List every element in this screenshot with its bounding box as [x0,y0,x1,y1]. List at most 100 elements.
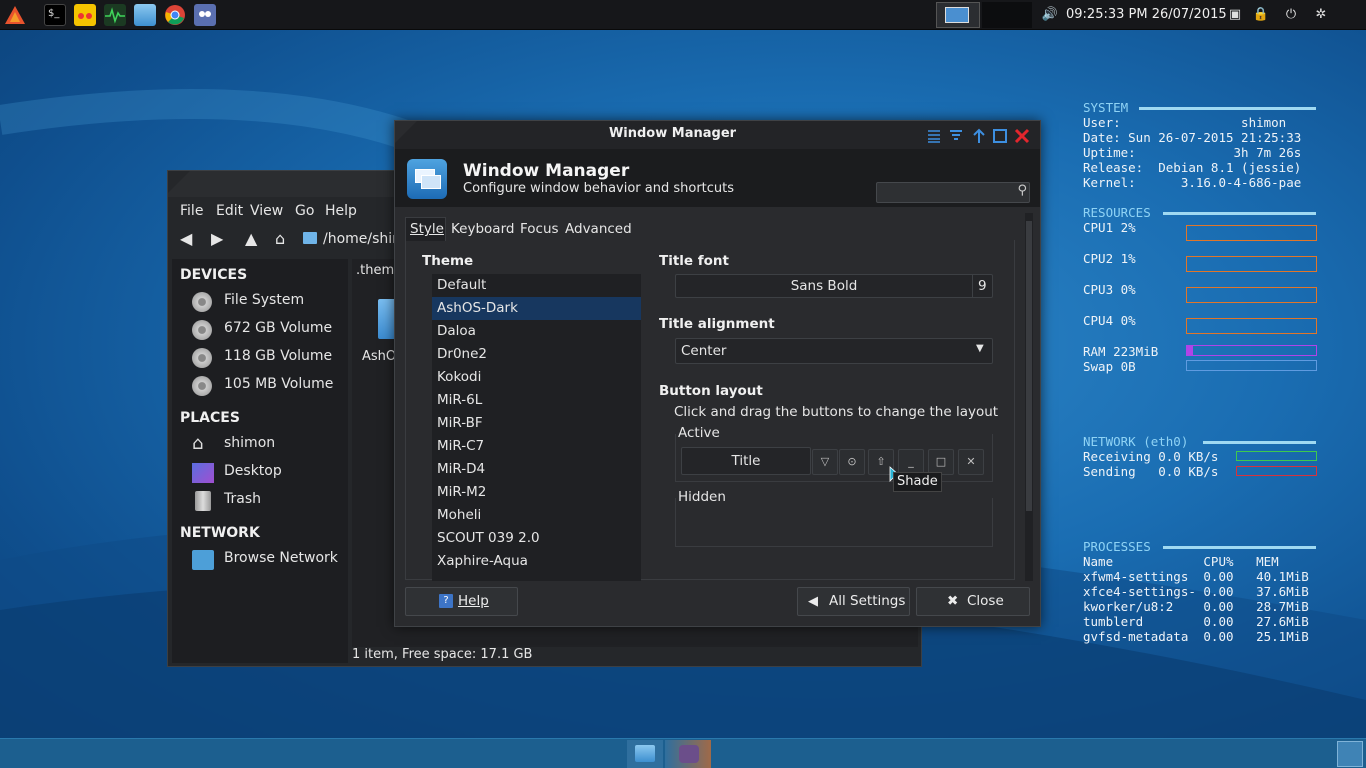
conky-date: Date: Sun 26-07-2015 21:25:33 [1083,130,1302,145]
theme-item-mir-m2[interactable]: MiR-M2 [432,481,641,504]
conky-release: Release: Debian 8.1 (jessie) [1083,160,1302,175]
search-icon: ⚲ [1017,183,1027,198]
chrome-browser-icon[interactable] [164,4,186,26]
lock-icon[interactable]: 🔒 [1252,6,1270,24]
conky-proc-row: tumblerd 0.00 27.6MiB [1083,614,1309,629]
back-arrow-icon: ◀ [808,594,818,609]
hidden-frame[interactable] [675,498,993,547]
forward-icon[interactable]: ▶ [211,229,223,248]
theme-item-ashos-dark[interactable]: AshOS-Dark [432,297,641,320]
tab-focus[interactable]: Focus [520,221,559,237]
back-icon[interactable]: ◀ [180,229,192,248]
desktop-icon [192,463,214,483]
file-manager-icon[interactable] [134,4,156,26]
tab-style[interactable]: Style [410,221,444,237]
network-folder-icon [192,550,214,570]
conky-kernel: Kernel: 3.16.0-4-686-pae [1083,175,1302,190]
close-icon[interactable] [1014,128,1030,144]
stick-button[interactable]: ⊙ [839,449,865,475]
theme-item-moheli[interactable]: Moheli [432,504,641,527]
app-menu-icon[interactable] [4,4,26,26]
conky-proc-row: kworker/u8:2 0.00 28.7MiB [1083,599,1309,614]
all-settings-button[interactable]: ◀ All Settings [797,587,910,616]
home-icon: ⌂ [192,433,204,454]
bottom-panel [0,738,1366,768]
file-label[interactable]: AshO [362,349,396,364]
system-monitor-icon[interactable] [104,4,126,26]
settings-icon[interactable]: ✲ [1312,6,1330,24]
power-icon[interactable]: ⏻ [1282,6,1300,24]
conky-divider [1203,441,1316,444]
theme-item-mir-6l[interactable]: MiR-6L [432,389,641,412]
title-button[interactable]: Title [681,447,811,475]
title-font-button[interactable]: Sans Bold 9 [675,274,993,298]
theme-item-scout[interactable]: SCOUT 039 2.0 [432,527,641,550]
swap-bar [1186,360,1317,371]
dialog-title: Window Manager [608,126,737,141]
top-panel: $_ 🔊 09:25:33 PM 26/07/2015 ▣ 🔒 ⏻ ✲ [0,0,1366,30]
home-icon[interactable]: ⌂ [275,229,285,248]
close-dialog-button[interactable]: ✖ Close [916,587,1030,616]
header-subtitle: Configure window behavior and shortcuts [463,181,735,196]
up-icon[interactable]: ▲ [245,229,257,248]
menu-edit[interactable]: Edit [216,203,243,219]
conky-processes-header: PROCESSES [1083,539,1151,554]
tab-keyboard[interactable]: Keyboard [451,221,514,237]
theme-item-dr0ne2[interactable]: Dr0ne2 [432,343,641,366]
theme-item-mir-c7[interactable]: MiR-C7 [432,435,641,458]
cpu4-graph [1186,318,1317,334]
notification-icon[interactable]: ▣ [1226,6,1244,24]
media-player-icon[interactable] [74,4,96,26]
terminal-icon[interactable]: $_ [44,4,66,26]
theme-item-kokodi[interactable]: Kokodi [432,366,641,389]
theme-list[interactable]: Default AshOS-Dark Daloa Dr0ne2 Kokodi M… [432,274,641,581]
settings-app-icon [679,745,699,763]
folder-icon [635,745,655,762]
menu-help[interactable]: Help [325,203,357,219]
help-button[interactable]: ? Help [405,587,518,616]
show-desktop-icon[interactable] [1337,741,1363,767]
conky-divider [1139,107,1316,110]
theme-item-mir-bf[interactable]: MiR-BF [432,412,641,435]
maximize-icon[interactable] [992,128,1008,144]
close-button-layout[interactable]: ✕ [958,449,984,475]
menu-icon[interactable] [926,128,942,144]
workspace-2[interactable] [982,2,1032,28]
shade-icon[interactable] [948,128,964,144]
menu-file[interactable]: File [180,203,203,219]
disk-icon [192,348,212,368]
conky-proc-row: xfce4-settings- 0.00 37.6MiB [1083,584,1309,599]
disk-icon [192,292,212,312]
volume-icon[interactable]: 🔊 [1040,6,1060,24]
title-font-size: 9 [978,278,987,294]
taskbar-settings[interactable] [665,740,711,768]
theme-item-mir-d4[interactable]: MiR-D4 [432,458,641,481]
path-bar[interactable]: /home/shin [323,231,401,247]
folder-icon [303,232,317,244]
workspace-1[interactable] [936,2,980,28]
chat-client-icon[interactable] [194,4,216,26]
menu-go[interactable]: Go [295,203,314,219]
chevron-down-icon: ▼ [976,343,984,354]
location-tab[interactable]: .them [356,263,394,278]
arrow-up-icon[interactable] [971,128,987,144]
conky-divider [1163,546,1316,549]
tab-advanced[interactable]: Advanced [565,221,632,237]
conky-cpu3: CPU3 0% [1083,282,1136,297]
devices-header: DEVICES [180,267,248,283]
shade-button[interactable]: ▽ [812,449,838,475]
title-font-label: Title font [659,253,729,269]
conky-cpu2: CPU2 1% [1083,251,1136,266]
theme-item-xaphire-aqua[interactable]: Xaphire-Aqua [432,550,641,573]
scrollbar[interactable] [1025,213,1033,581]
menu-view[interactable]: View [250,203,283,219]
theme-item-default[interactable]: Default [432,274,641,297]
window-manager-dialog[interactable]: Window Manager Window Manager Configure … [394,120,1041,627]
title-alignment-select[interactable]: Center ▼ [675,338,993,364]
ram-bar [1186,345,1317,356]
search-input[interactable]: ⚲ [876,182,1030,203]
clock[interactable]: 09:25:33 PM 26/07/2015 [1066,7,1227,22]
theme-item-daloa[interactable]: Daloa [432,320,641,343]
conky-cpu4: CPU4 0% [1083,313,1136,328]
taskbar-file-manager[interactable] [627,740,663,768]
